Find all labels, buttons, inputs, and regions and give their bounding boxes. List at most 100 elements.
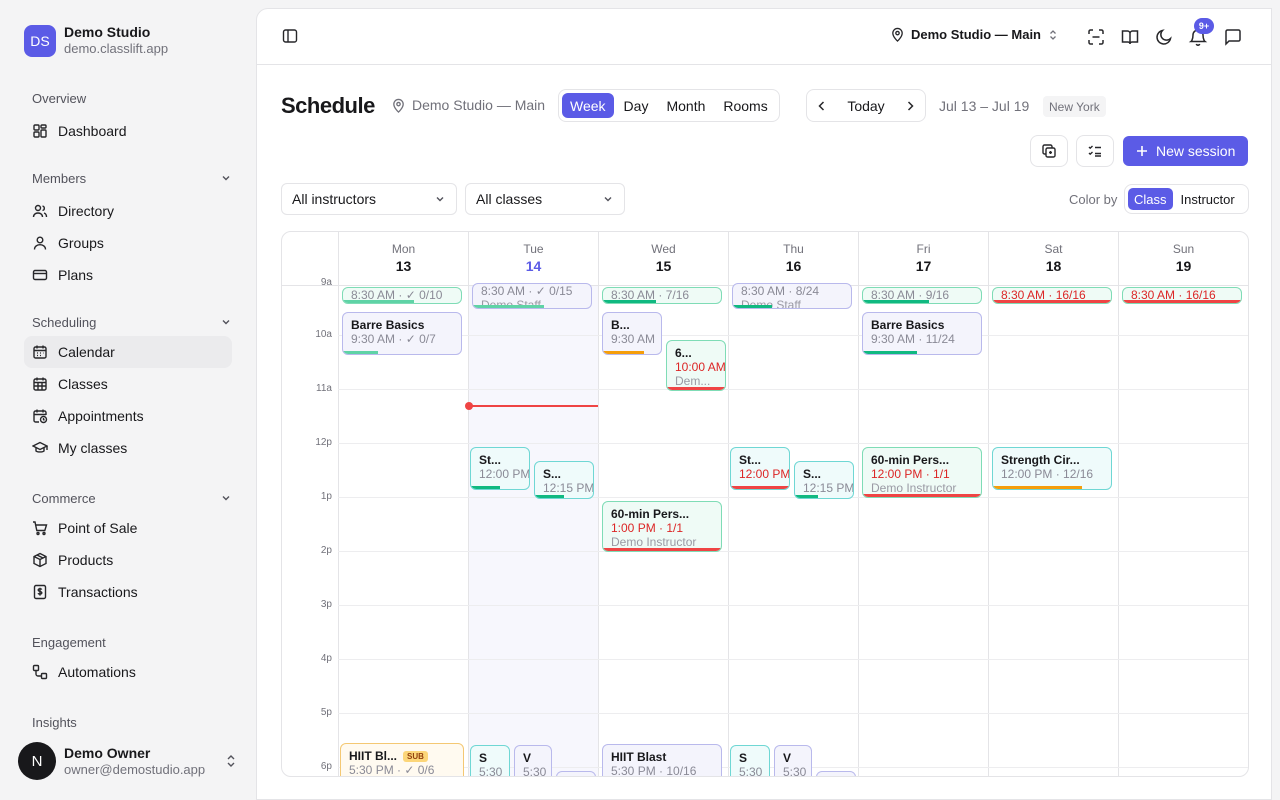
hour-label: 11a [316, 383, 332, 394]
session-card[interactable]: V 5:30 [514, 745, 552, 776]
day-number: 16 [785, 258, 802, 274]
bulk-select-button[interactable] [1076, 135, 1114, 167]
day-number: 17 [915, 258, 932, 274]
class-filter-value: All classes [476, 191, 543, 207]
capacity-bar [863, 300, 930, 303]
group-label: Engagement [32, 634, 106, 650]
session-card[interactable]: S 5:30 [730, 745, 770, 776]
sidebar-toggle-icon[interactable] [281, 27, 301, 47]
sidebar-item-label: My classes [58, 440, 128, 456]
group-toggle-members[interactable]: Members [24, 166, 232, 190]
session-card[interactable]: 8:30 AM · ✓ 0/15 Demo Staff [472, 283, 592, 309]
day-header[interactable]: Fri 17 [858, 232, 988, 285]
session-card[interactable]: HIIT Bl... SUB 5:30 PM · ✓ 0/6 [340, 743, 464, 776]
location-selector[interactable]: Demo Studio — Main [890, 27, 1059, 42]
session-title: 60-min Pers... [871, 453, 950, 467]
session-card[interactable]: 8:30 AM · 16/16 [1122, 287, 1242, 304]
day-header[interactable]: Mon 13 [338, 232, 468, 285]
sidebar-item-point-of-sale[interactable]: Point of Sale [24, 512, 232, 544]
day-header[interactable]: Wed 15 [598, 232, 728, 285]
session-card[interactable]: St... 12:00 PM [730, 447, 790, 490]
session-time: 12:00 PM [739, 467, 790, 481]
class-filter[interactable]: All classes [465, 183, 625, 215]
session-card[interactable]: 8:30 AM · 7/16 [602, 287, 722, 304]
session-card[interactable]: 60-min Pers... 1:00 PM · 1/1 Demo Instruct… [602, 501, 722, 552]
session-card[interactable]: 8:30 AM · 16/16 [992, 287, 1112, 304]
duplicate-week-button[interactable] [1030, 135, 1068, 167]
session-card[interactable]: 60-min Pers... 12:00 PM · 1/1 Demo Instruc… [862, 447, 982, 498]
session-card[interactable] [816, 771, 856, 776]
new-session-button[interactable]: New session [1123, 136, 1248, 166]
date-range: Jul 13 – Jul 19 [939, 98, 1030, 114]
current-time-dot [465, 402, 473, 410]
tab-rooms[interactable]: Rooms [715, 93, 775, 118]
hour-label: 3p [320, 599, 332, 610]
moon-icon[interactable] [1154, 27, 1174, 47]
session-time: 1:00 PM · 1/1 [611, 521, 684, 535]
session-card[interactable]: V 5:30 [774, 745, 812, 776]
session-card[interactable]: S... 12:15 PM [534, 461, 594, 499]
sidebar-item-calendar[interactable]: Calendar [24, 336, 232, 368]
session-card[interactable]: HIIT Blast 5:30 PM · 10/16 [602, 744, 722, 776]
today-button[interactable]: Today [847, 98, 884, 114]
day-header[interactable]: Sun 19 [1118, 232, 1248, 285]
sidebar-item-classes[interactable]: Classes [24, 368, 232, 400]
user-icon [32, 235, 48, 251]
sidebar-item-transactions[interactable]: Transactions [24, 576, 232, 608]
book-open-icon[interactable] [1120, 27, 1140, 47]
color-by-class[interactable]: Class [1128, 188, 1173, 210]
message-square-icon[interactable] [1223, 27, 1243, 47]
tab-month[interactable]: Month [658, 93, 713, 118]
capacity-bar [603, 300, 657, 303]
chevron-left-icon[interactable] [815, 99, 829, 113]
sidebar-item-automations[interactable]: Automations [24, 656, 232, 688]
session-card[interactable]: 6... 10:00 AM Dem... [666, 340, 726, 391]
sidebar-item-plans[interactable]: Plans [24, 259, 232, 291]
session-card[interactable]: Barre Basics 9:30 AM · ✓ 0/7 [342, 312, 462, 355]
notification-badge: 9+ [1194, 18, 1214, 34]
session-card[interactable] [556, 771, 596, 776]
topbar: Demo Studio — Main 9+ [257, 9, 1271, 65]
column-divider [1118, 285, 1119, 776]
group-toggle-scheduling[interactable]: Scheduling [24, 310, 232, 334]
session-time: 9:30 AM [611, 332, 656, 346]
session-card[interactable]: St... 12:00 PM [470, 447, 530, 490]
session-card[interactable]: Strength Cir... 12:00 PM · 12/16 [992, 447, 1112, 490]
sidebar-item-appointments[interactable]: Appointments [24, 400, 232, 432]
scan-icon[interactable] [1086, 27, 1106, 47]
sidebar-item-groups[interactable]: Groups [24, 227, 232, 259]
sidebar-item-directory[interactable]: Directory [24, 195, 232, 227]
day-header[interactable]: Sat 18 [988, 232, 1118, 285]
session-time: 8:30 AM · ✓ 0/15 [481, 284, 573, 298]
dashboard-icon [32, 123, 48, 139]
day-number: 18 [1045, 258, 1062, 274]
calendar-clock-icon [32, 408, 48, 424]
nav-group-scheduling: Scheduling Calendar Classes Appointments… [24, 310, 232, 464]
session-card[interactable]: 8:30 AM · 8/24 Demo Staff [732, 283, 852, 309]
sidebar-item-my-classes[interactable]: My classes [24, 432, 232, 464]
session-card[interactable]: 8:30 AM · ✓ 0/10 [342, 287, 462, 304]
session-card[interactable]: Barre Basics 9:30 AM · 11/24 [862, 312, 982, 355]
session-card[interactable]: S 5:30 [470, 745, 510, 776]
studio-switcher[interactable]: DS Demo Studio demo.classlift.app [24, 24, 168, 57]
tab-day[interactable]: Day [616, 93, 657, 118]
sidebar-item-products[interactable]: Products [24, 544, 232, 576]
tab-week[interactable]: Week [562, 93, 614, 118]
instructor-filter[interactable]: All instructors [281, 183, 457, 215]
session-card[interactable]: 8:30 AM · 9/16 [862, 287, 982, 304]
session-time: 12:00 PM · 12/16 [1001, 467, 1094, 481]
session-card[interactable]: B... 9:30 AM [602, 312, 662, 355]
chevron-right-icon[interactable] [903, 99, 917, 113]
session-instructor: Dem... [675, 374, 711, 388]
day-header[interactable]: Thu 16 [728, 232, 858, 285]
capacity-bar [473, 305, 544, 308]
new-session-label: New session [1156, 143, 1236, 159]
group-toggle-commerce[interactable]: Commerce [24, 486, 232, 510]
sidebar-item-dashboard[interactable]: Dashboard [24, 115, 232, 147]
session-card[interactable]: S... 12:15 PM [794, 461, 854, 499]
day-header[interactable]: Tue 14 [468, 232, 598, 285]
session-time: 12:00 PM [479, 467, 530, 481]
color-by-instructor[interactable]: Instructor [1175, 188, 1241, 210]
hour-gridline [338, 551, 1248, 552]
user-menu[interactable]: N Demo Owner owner@demostudio.app [18, 742, 238, 780]
